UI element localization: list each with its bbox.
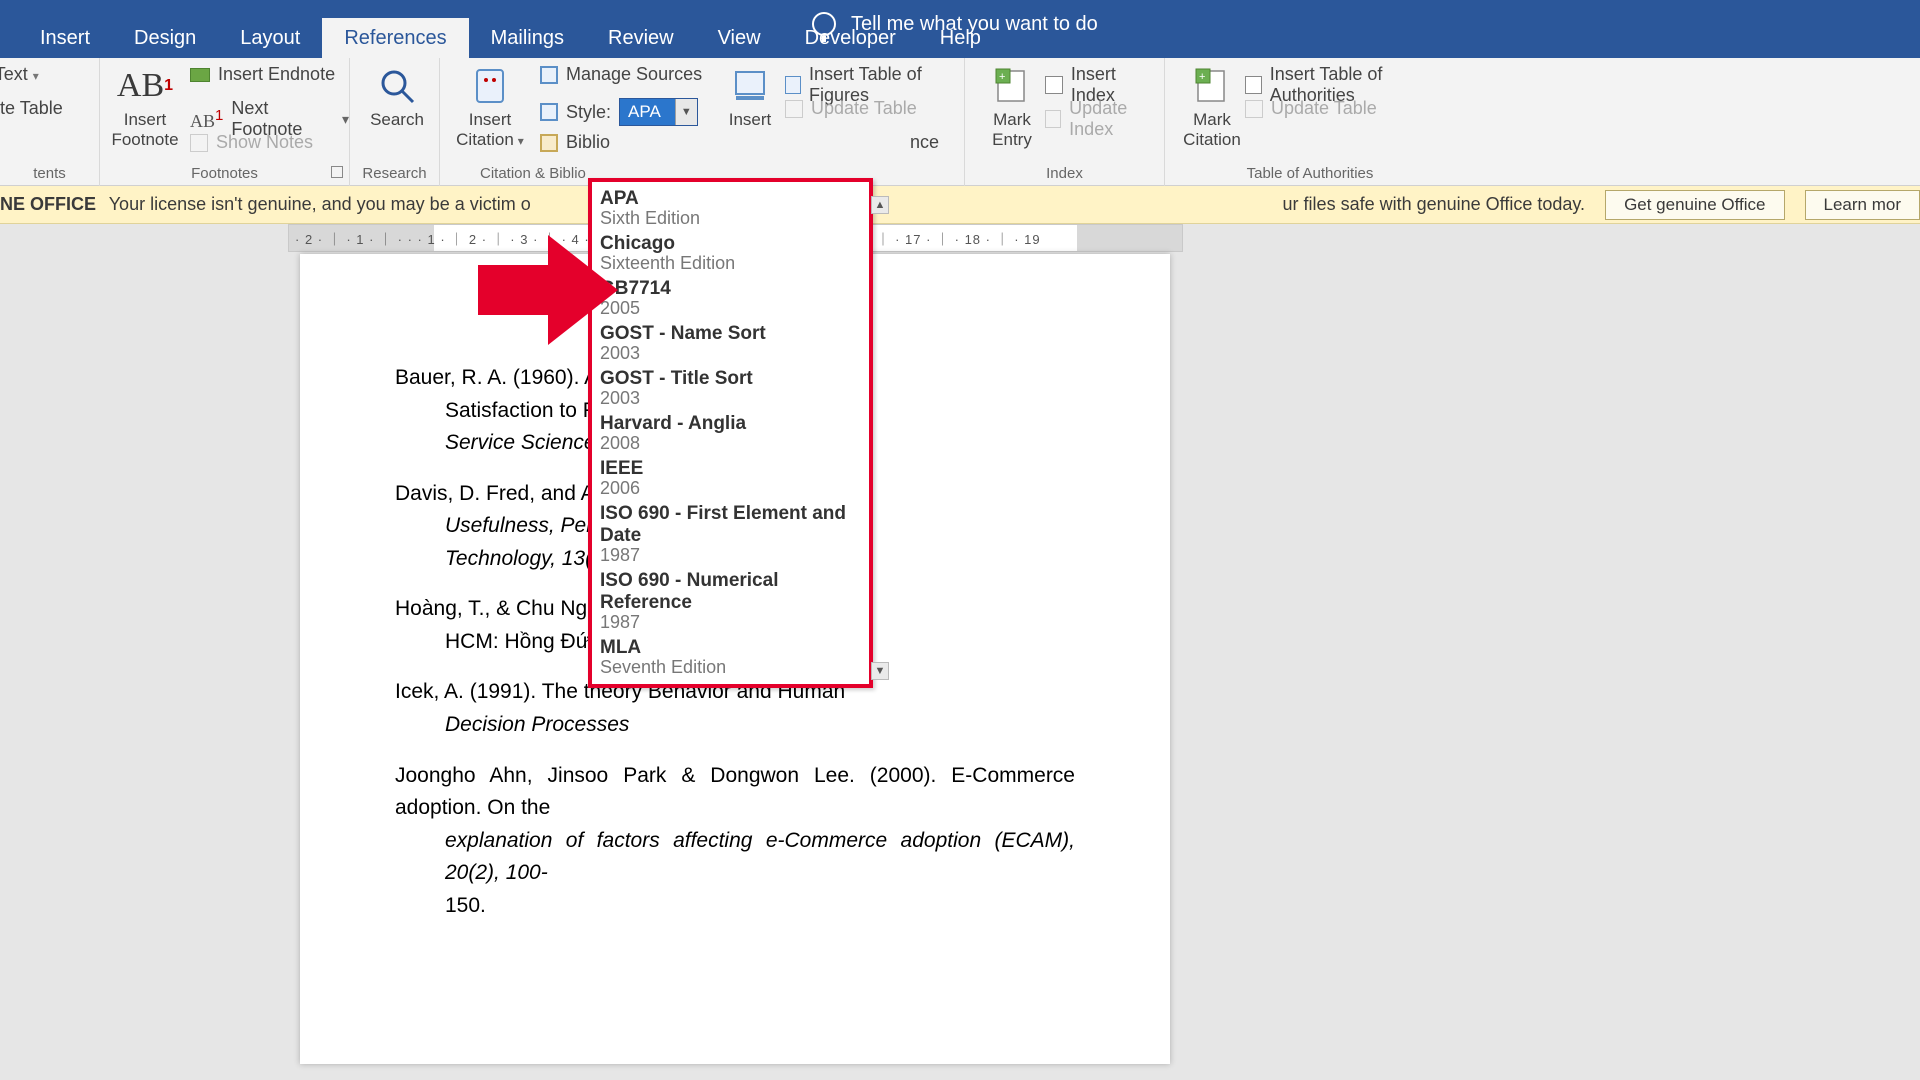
scroll-up-button[interactable]: ▲: [871, 196, 889, 214]
tab-design[interactable]: Design: [112, 18, 218, 58]
add-text-button[interactable]: dd Text ▾: [0, 64, 39, 85]
group-research: Search Research: [350, 58, 440, 186]
style-select[interactable]: APA ▼: [619, 98, 698, 126]
notes-icon: [190, 134, 208, 152]
style-option-mla[interactable]: MLASeventh Edition: [592, 635, 869, 680]
update-index-button: Update Index: [1045, 98, 1164, 140]
group-caption: Research: [350, 165, 439, 182]
citation-icon: [471, 62, 509, 110]
mark-citation-icon: +: [1194, 62, 1230, 110]
group-citations: InsertCitation▾ Manage Sources Style: AP…: [440, 58, 965, 186]
style-option-iso-690-numerical-reference[interactable]: ISO 690 - Numerical Reference1987: [592, 568, 869, 635]
tof-icon: [785, 76, 801, 94]
tab-mailings[interactable]: Mailings: [469, 18, 586, 58]
cross-reference-button[interactable]: nce: [910, 132, 939, 153]
toa-icon: [1245, 76, 1262, 94]
tab-view[interactable]: View: [696, 18, 783, 58]
tab-review[interactable]: Review: [586, 18, 696, 58]
endnote-icon: [190, 68, 210, 82]
style-select-value: APA: [620, 99, 675, 125]
tell-me-box[interactable]: Tell me what you want to do: [812, 12, 1098, 36]
tab-insert[interactable]: Insert: [18, 18, 112, 58]
sources-icon: [540, 66, 558, 84]
update-icon: [785, 100, 803, 118]
lightbulb-icon: [812, 12, 836, 36]
style-option-iso-690-first-element-and-date[interactable]: ISO 690 - First Element and Date1987: [592, 501, 869, 568]
svg-text:+: +: [999, 71, 1005, 83]
style-row: Style: APA ▼: [540, 98, 698, 126]
update-table-figures-button: Update Table: [785, 98, 917, 119]
insert-footnote-button[interactable]: AB1 InsertFootnote: [110, 62, 180, 150]
group-caption: Footnotes: [100, 165, 349, 182]
license-message-left: Your license isn't genuine, and you may …: [109, 194, 531, 214]
insert-caption-button[interactable]: Insert: [720, 62, 780, 130]
manage-sources-button[interactable]: Manage Sources: [540, 64, 702, 85]
style-option-gost-name-sort[interactable]: GOST - Name Sort2003: [592, 321, 869, 366]
chevron-down-icon: ▾: [342, 111, 349, 128]
style-option-gb7714[interactable]: GB77142005: [592, 276, 869, 321]
style-option-ieee[interactable]: IEEE2006: [592, 456, 869, 501]
insert-endnote-button[interactable]: Insert Endnote: [190, 64, 335, 85]
insert-citation-button[interactable]: InsertCitation▾: [450, 62, 530, 151]
license-title: NE OFFICE: [0, 194, 96, 214]
footnote-icon: AB1: [117, 62, 173, 110]
style-option-harvard-anglia[interactable]: Harvard - Anglia2008: [592, 411, 869, 456]
tab-references[interactable]: References: [322, 18, 468, 58]
ribbon: dd Text ▾ pdate Table tents AB1 InsertFo…: [0, 58, 1920, 186]
search-icon: [377, 62, 417, 110]
update-toc-button[interactable]: pdate Table: [0, 98, 63, 119]
search-button[interactable]: Search: [362, 62, 432, 130]
tell-me-placeholder: Tell me what you want to do: [851, 13, 1098, 36]
style-option-gost-title-sort[interactable]: GOST - Title Sort2003: [592, 366, 869, 411]
mark-entry-button[interactable]: + MarkEntry: [977, 62, 1047, 150]
group-table-of-authorities: + MarkCitation Insert Table of Authoriti…: [1165, 58, 1455, 186]
style-option-chicago[interactable]: ChicagoSixteenth Edition: [592, 231, 869, 276]
style-dropdown[interactable]: ▲ APASixth EditionChicagoSixteenth Editi…: [588, 178, 873, 688]
mark-citation-button[interactable]: + MarkCitation: [1177, 62, 1247, 150]
scroll-down-button[interactable]: ▼: [871, 662, 889, 680]
group-index: + MarkEntry Insert Index Update Index In…: [965, 58, 1165, 186]
show-notes-button: Show Notes: [190, 132, 313, 153]
group-table-of-contents: dd Text ▾ pdate Table tents: [0, 58, 100, 186]
document-area: · 2 · ｜ · 1 · ｜ · · · 1 · ｜ 2 · ｜ · 3 · …: [0, 224, 1920, 1080]
doc-ref-5: Joongho Ahn, Jinsoo Park & Dongwon Lee. …: [395, 760, 1075, 923]
bibliography-button[interactable]: Biblio: [540, 132, 610, 153]
mark-entry-icon: +: [994, 62, 1030, 110]
get-genuine-office-button[interactable]: Get genuine Office: [1605, 190, 1784, 220]
update-toa-button: Update Table: [1245, 98, 1377, 119]
group-footnotes: AB1 InsertFootnote Insert Endnote AB1 Ne…: [100, 58, 350, 186]
caption-icon: [733, 62, 767, 110]
tab-layout[interactable]: Layout: [218, 18, 322, 58]
svg-text:+: +: [1199, 71, 1205, 83]
group-caption: Table of Authorities: [1165, 165, 1455, 182]
learn-more-button[interactable]: Learn mor: [1805, 190, 1920, 220]
license-message-right: ur files safe with genuine Office today.: [1283, 194, 1586, 215]
index-icon: [1045, 76, 1063, 94]
style-icon: [540, 103, 558, 121]
style-option-apa[interactable]: APASixth Edition: [592, 186, 869, 231]
group-caption: Index: [965, 165, 1164, 182]
bibliography-icon: [540, 134, 558, 152]
license-warning-bar: NE OFFICE Your license isn't genuine, an…: [0, 186, 1920, 224]
update-icon: [1245, 100, 1263, 118]
chevron-down-icon[interactable]: ▼: [675, 99, 697, 125]
group-caption: tents: [0, 165, 99, 182]
update-icon: [1045, 110, 1061, 128]
annotation-arrow-icon: [478, 235, 618, 345]
